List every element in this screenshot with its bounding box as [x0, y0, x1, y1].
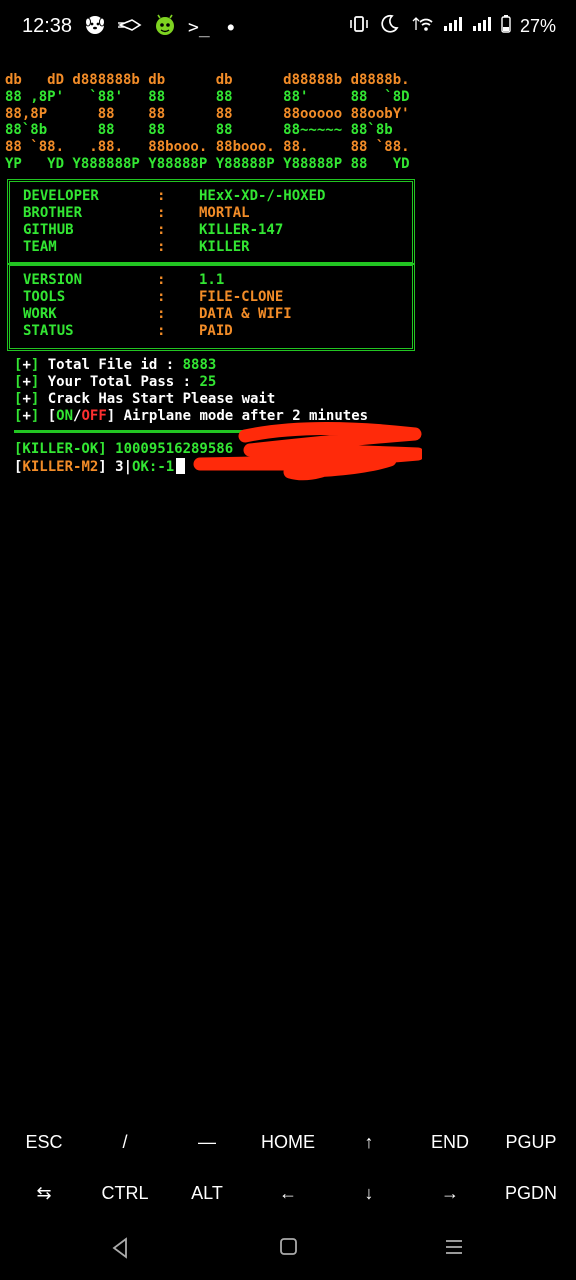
- terminal-cursor[interactable]: [176, 458, 186, 474]
- signal-icon: [443, 16, 463, 36]
- key-sym-1-5[interactable]: →: [409, 1183, 491, 1204]
- terminal-icon: >_: [188, 16, 210, 38]
- key-alt[interactable]: ALT: [166, 1183, 248, 1204]
- terminal-banner: db dD d888888b db db d88888b d8888b. 88 ,…: [5, 72, 571, 173]
- key-sym-0-1[interactable]: /: [84, 1132, 166, 1153]
- signal-icon: [472, 16, 492, 36]
- navigation-bar: [0, 1224, 576, 1280]
- back-icon[interactable]: [110, 1237, 130, 1264]
- banner-line: 88 ,8P' `88' 88 88 88' 88 `8D: [5, 88, 410, 105]
- battery-icon: [501, 15, 511, 37]
- total-file-line: [+] Total File id : 8883: [14, 357, 217, 373]
- banner-line: 88,8P 88 88 88 88ooooo 88oobY': [5, 105, 410, 122]
- total-pass-line: [+] Your Total Pass : 25: [14, 374, 217, 390]
- key-sym-0-2[interactable]: —: [166, 1132, 248, 1153]
- developer-info-box: DEVELOPER: HExX-XD-/-HOXED BROTHER: MORTAL G…: [7, 179, 415, 265]
- battery-percent: 27%: [519, 15, 556, 36]
- info-separator: :: [157, 272, 166, 288]
- banner-line: 88`8b 88 88 88 88~~~~~ 88`8b: [5, 122, 393, 139]
- info-label: DEVELOPER: [23, 188, 99, 204]
- wifi-icon: [408, 14, 434, 38]
- info-label: VERSION: [23, 272, 83, 288]
- key-ctrl[interactable]: CTRL: [84, 1183, 166, 1204]
- info-value: MORTAL: [199, 205, 250, 221]
- moon-icon: [379, 14, 399, 38]
- clock: 12:38: [22, 15, 73, 37]
- total-file-value: 8883: [182, 357, 217, 373]
- banner-line: 88 `88. .88. 88booo. 88booo. 88. 88 `88.: [5, 139, 410, 156]
- info-separator: :: [157, 188, 166, 204]
- key-sym-1-4[interactable]: ↓: [328, 1183, 410, 1204]
- home-icon[interactable]: [279, 1237, 299, 1262]
- info-value: KILLER: [199, 239, 250, 255]
- banner-line: YP YD Y888888P Y88888P Y88888P Y88888P 8…: [5, 155, 410, 172]
- key-sym-1-0[interactable]: ⇆: [3, 1183, 85, 1204]
- info-label: TEAM: [23, 239, 57, 255]
- redaction-scribble: [193, 421, 422, 481]
- info-separator: :: [157, 205, 166, 221]
- info-value: 1.1: [199, 272, 225, 288]
- info-label: WORK: [23, 306, 57, 322]
- android-icon: [154, 14, 176, 41]
- notification-icons: >_ ●: [84, 14, 234, 41]
- info-value: FILE-CLONE: [199, 289, 284, 305]
- progress-line: [KILLER-M2] 3|OK:-1: [14, 458, 186, 475]
- system-icons: 27%: [348, 14, 556, 38]
- key-esc[interactable]: ESC: [3, 1132, 85, 1153]
- tool-info-box: VERSION: 1.1 TOOLS: FILE-CLONE WORK: DATA & W…: [7, 263, 415, 351]
- info-value: PAID: [199, 323, 233, 339]
- info-label: STATUS: [23, 323, 74, 339]
- total-pass-value: 25: [199, 374, 217, 390]
- info-separator: :: [157, 306, 166, 322]
- key-sym-0-4[interactable]: ↑: [328, 1132, 410, 1153]
- info-separator: :: [157, 289, 166, 305]
- info-label: BROTHER: [23, 205, 83, 221]
- rocket-icon: [117, 17, 142, 38]
- banner-line: db dD d888888b db db d88888b d8888b.: [5, 72, 410, 88]
- info-value: HExX-XD-/-HOXED: [199, 188, 326, 204]
- recents-icon[interactable]: [444, 1237, 464, 1262]
- info-value: DATA & WIFI: [199, 306, 292, 322]
- key-pgdn[interactable]: PGDN: [490, 1183, 572, 1204]
- info-value: KILLER-147: [199, 222, 284, 238]
- dot-icon: ●: [227, 21, 234, 33]
- crack-start-line: [+] Crack Has Start Please wait: [14, 391, 276, 407]
- extra-keys-bar: ESC / — HOME ↑ END PGUP ⇆ CTRL ALT ← ↓ → PGDN: [0, 1116, 576, 1220]
- key-end[interactable]: END: [409, 1132, 491, 1153]
- dog-app-icon: [84, 14, 106, 41]
- info-separator: :: [157, 222, 166, 238]
- key-home[interactable]: HOME: [247, 1132, 329, 1153]
- key-pgup[interactable]: PGUP: [490, 1132, 572, 1153]
- info-separator: :: [157, 323, 166, 339]
- info-separator: :: [157, 239, 166, 255]
- info-label: TOOLS: [23, 289, 66, 305]
- info-label: GITHUB: [23, 222, 74, 238]
- key-sym-1-3[interactable]: ←: [247, 1183, 329, 1204]
- status-bar: 12:38 >_ ● 27%: [0, 0, 576, 56]
- vibrate-icon: [348, 15, 370, 37]
